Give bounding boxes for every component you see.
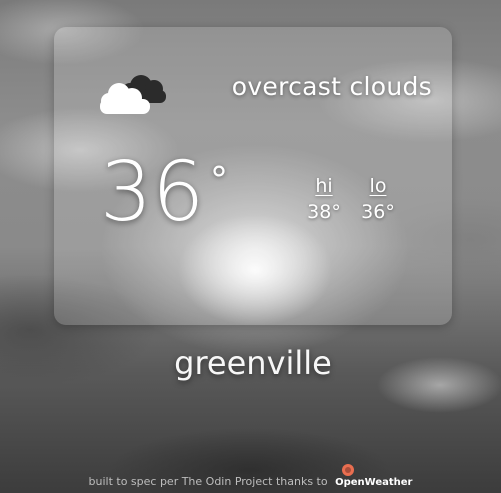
hi-label: hi	[315, 175, 333, 197]
lo-value: 36°	[361, 201, 395, 223]
degree-symbol: °	[210, 160, 228, 201]
lo-label: lo	[369, 175, 387, 197]
footer-credit-text: built to spec per The Odin Project thank…	[88, 475, 328, 488]
openweather-logo-icon	[342, 464, 355, 476]
openweather-link[interactable]: OpenWeather	[335, 464, 413, 488]
cloud-icon	[100, 75, 166, 114]
high-temperature: hi 38°	[301, 174, 347, 226]
low-temperature: lo 36°	[355, 174, 401, 226]
hi-value: 38°	[307, 201, 341, 223]
openweather-label: OpenWeather	[335, 477, 413, 488]
footer: built to spec per The Odin Project thank…	[0, 464, 501, 488]
weather-description: overcast clouds	[231, 72, 432, 101]
city-name: greenville	[174, 344, 332, 382]
current-temperature: 36	[100, 145, 205, 240]
